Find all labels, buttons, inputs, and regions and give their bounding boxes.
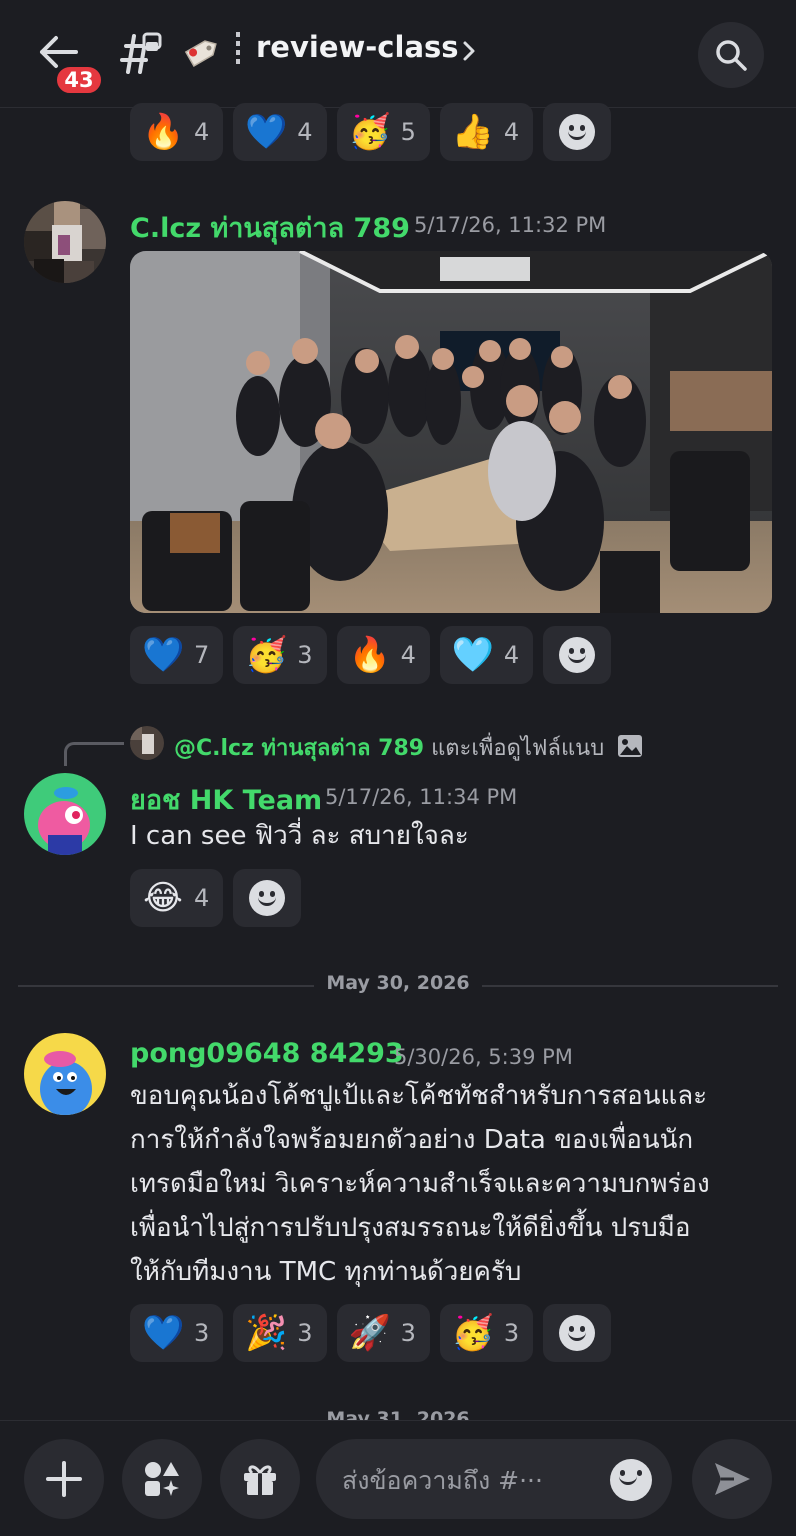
avatar[interactable]: [24, 201, 106, 283]
locked-channel-hash-icon: [120, 32, 162, 74]
message-reactions: 😂 4: [130, 869, 302, 927]
message-text: ขอบคุณน้องโค้ชปูเป้และโค้ชทัชสำหรับการสอ…: [130, 1074, 710, 1294]
message-text-line: เพื่อนำไปสู่การปรับปรุงสมรรถนะให้ดียิ่งข…: [130, 1213, 691, 1243]
reaction-chip[interactable]: 🔥 4: [336, 626, 430, 684]
date-divider-label: May 30, 2026: [326, 972, 470, 994]
add-reaction-button[interactable]: [543, 626, 612, 684]
reaction-count: 4: [194, 884, 210, 912]
channel-header: 43 review-class: [0, 0, 796, 108]
avatar[interactable]: [24, 1033, 106, 1115]
reaction-count: 7: [194, 641, 210, 669]
reaction-emoji: 🥳: [348, 112, 391, 152]
message-text: I can see ฟิววี่ ละ สบายใจละ: [130, 821, 469, 851]
reply-hint: แตะเพื่อดูไฟล์แนบ: [431, 736, 605, 761]
reaction-chip[interactable]: 🥳 3: [439, 1304, 534, 1362]
reaction-emoji: 💙: [245, 112, 288, 152]
reaction-count: 3: [503, 1319, 520, 1347]
reply-avatar: [130, 726, 164, 760]
reaction-emoji: 🚀: [348, 1313, 391, 1353]
gift-icon: [244, 1465, 276, 1495]
reaction-count: 4: [503, 641, 520, 669]
message-composer: ส่งข้อความถึง #···: [0, 1420, 796, 1536]
reaction-chip[interactable]: 💙 3: [130, 1304, 224, 1362]
reaction-chip[interactable]: 🥳 5: [336, 103, 430, 161]
reaction-chip[interactable]: 🚀 3: [336, 1304, 430, 1362]
plus-icon: [46, 1461, 82, 1497]
reaction-count: 4: [400, 641, 416, 669]
message-timestamp: 5/30/26, 5:39 PM: [394, 1045, 573, 1069]
add-reaction-button[interactable]: [233, 869, 302, 927]
add-reaction-button[interactable]: [543, 1304, 612, 1362]
message-author[interactable]: pong09648 84293: [130, 1038, 404, 1069]
message-text-line: ขอบคุณน้องโค้ชปูเป้และโค้ชทัชสำหรับการสอ…: [130, 1081, 708, 1111]
emoji-picker-icon[interactable]: [610, 1459, 652, 1501]
message-input[interactable]: ส่งข้อความถึง #···: [316, 1439, 672, 1519]
reaction-emoji: 🩵: [451, 635, 495, 675]
reply-mention[interactable]: @C.lcz ท่านสุลต่าล 789: [174, 736, 424, 761]
add-reaction-icon: [559, 1315, 596, 1351]
header-separator: [236, 32, 240, 66]
chevron-right-icon[interactable]: [458, 38, 480, 64]
add-reaction-icon: [559, 114, 596, 150]
reaction-chip[interactable]: 💙 7: [130, 626, 224, 684]
reaction-emoji: 🥳: [451, 1313, 495, 1353]
reply-connector: [64, 742, 124, 766]
attach-button[interactable]: [24, 1439, 104, 1519]
unread-badge: 43: [54, 64, 104, 96]
reaction-chip[interactable]: 🩵 4: [439, 626, 534, 684]
reaction-emoji: 💙: [142, 1313, 185, 1353]
reaction-chip[interactable]: 🔥 4: [130, 103, 224, 161]
add-reaction-button[interactable]: [543, 103, 612, 161]
message-reactions: 💙 3 🎉 3 🚀 3 🥳 3: [130, 1304, 612, 1362]
send-icon: [715, 1463, 750, 1495]
attachment-image[interactable]: [130, 251, 772, 613]
reaction-chip[interactable]: 🎉 3: [233, 1304, 327, 1362]
apps-button[interactable]: [122, 1439, 202, 1519]
message-author[interactable]: C.lcz ท่านสุลต่าล 789: [130, 206, 410, 249]
avatar[interactable]: [24, 773, 106, 855]
message-input-placeholder: ส่งข้อความถึง #···: [342, 1466, 543, 1495]
reaction-count: 4: [194, 118, 210, 146]
add-reaction-icon: [249, 880, 286, 916]
add-reaction-icon: [559, 637, 596, 673]
reaction-count: 3: [297, 641, 313, 669]
reaction-emoji: 🎉: [245, 1313, 288, 1353]
reaction-chip[interactable]: 😂 4: [130, 869, 224, 927]
reaction-chip[interactable]: 👍 4: [439, 103, 534, 161]
reaction-emoji: 💙: [142, 635, 185, 675]
reaction-emoji: 🔥: [142, 112, 185, 152]
message-timestamp: 5/17/26, 11:32 PM: [414, 213, 607, 237]
reaction-count: 3: [297, 1319, 313, 1347]
search-icon: [716, 40, 747, 71]
reaction-chip[interactable]: 💙 4: [233, 103, 327, 161]
message-text-line: ให้กับทีมงาน TMC ทุกท่านด้วยครับ: [130, 1257, 522, 1287]
reaction-emoji: 🔥: [348, 635, 391, 675]
gift-button[interactable]: [220, 1439, 300, 1519]
reaction-count: 3: [400, 1319, 416, 1347]
reaction-count: 4: [297, 118, 313, 146]
message-text-line: การให้กำลังใจพร้อมยกตัวอย่าง Data ของเพื…: [130, 1125, 694, 1155]
reaction-chip[interactable]: 🥳 3: [233, 626, 327, 684]
channel-name[interactable]: review-class: [256, 30, 459, 64]
image-icon: [618, 735, 643, 757]
reaction-emoji: 🥳: [245, 635, 288, 675]
apps-icon: [145, 1462, 179, 1496]
reaction-emoji: 👍: [451, 112, 495, 152]
previous-message-reactions: 🔥 4 💙 4 🥳 5 👍 4: [130, 103, 612, 161]
send-button[interactable]: [692, 1439, 772, 1519]
reply-reference[interactable]: @C.lcz ท่านสุลต่าล 789 แตะเพื่อดูไฟล์แนบ: [174, 730, 643, 765]
reaction-count: 4: [503, 118, 520, 146]
message-timestamp: 5/17/26, 11:34 PM: [325, 785, 518, 809]
reaction-count: 5: [400, 118, 416, 146]
reaction-count: 3: [194, 1319, 210, 1347]
search-button[interactable]: [698, 22, 764, 88]
message-text-line: เทรดมือใหม่ วิเคราะห์ความสำเร็จและความบก…: [130, 1169, 710, 1199]
message-reactions: 💙 7 🥳 3 🔥 4 🩵 4: [130, 626, 612, 684]
label-tag-icon: [180, 30, 224, 74]
reaction-emoji: 😂: [143, 878, 183, 918]
